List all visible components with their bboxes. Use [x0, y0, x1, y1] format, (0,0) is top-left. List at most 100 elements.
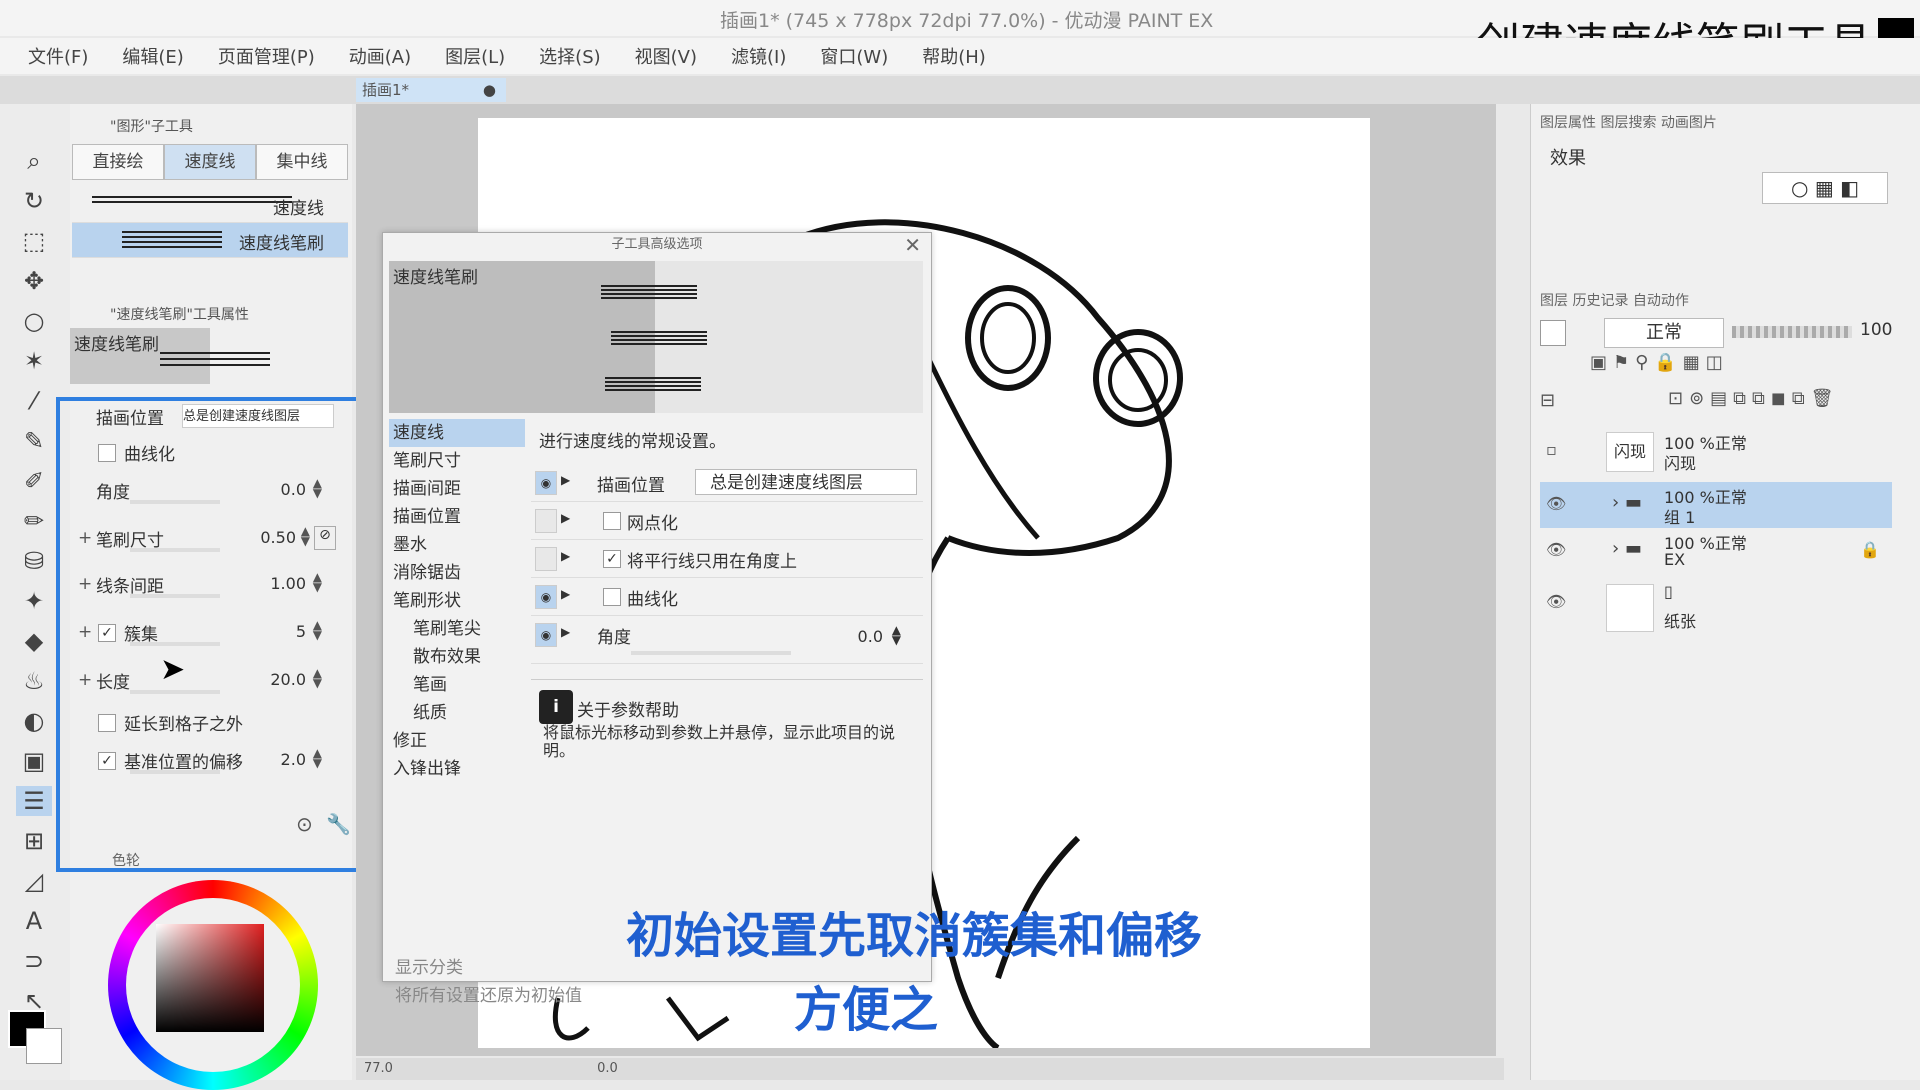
- eye-icon[interactable]: ◉: [535, 585, 557, 609]
- category-brush-shape[interactable]: 笔刷形状: [389, 587, 525, 615]
- zoom-value[interactable]: 77.0: [364, 1061, 393, 1076]
- menu-view[interactable]: 视图(V): [635, 43, 697, 69]
- expand-arrow-icon[interactable]: ▶: [561, 549, 570, 563]
- magic-wand-icon[interactable]: ✶: [16, 346, 52, 376]
- draw-position-dropdown[interactable]: 总是创建速度线图层: [695, 469, 917, 495]
- text-icon[interactable]: A: [16, 906, 52, 936]
- lasso-icon[interactable]: ○: [16, 306, 52, 336]
- expand-arrow-icon[interactable]: ▶: [561, 473, 570, 487]
- menu-select[interactable]: 选择(S): [539, 43, 600, 69]
- menu-animation[interactable]: 动画(A): [349, 43, 411, 69]
- category-brush-size[interactable]: 笔刷尺寸: [389, 447, 525, 475]
- category-stroke[interactable]: 笔画: [389, 671, 525, 699]
- tool-property-header: "速度线笔刷"工具属性: [70, 298, 352, 326]
- list-item[interactable]: 速度线笔刷: [72, 223, 348, 258]
- airbrush-icon[interactable]: ⛁: [16, 546, 52, 576]
- category-antialias[interactable]: 消除锯齿: [389, 559, 525, 587]
- category-ink[interactable]: 墨水: [389, 531, 525, 559]
- menu-help[interactable]: 帮助(H): [922, 43, 986, 69]
- effect-buttons[interactable]: ○ ▦ ◧: [1762, 172, 1888, 204]
- category-scatter[interactable]: 散布效果: [389, 643, 525, 671]
- category-correction[interactable]: 修正: [389, 727, 525, 755]
- eye-icon[interactable]: [535, 509, 557, 533]
- eye-icon[interactable]: [535, 547, 557, 571]
- object-select-icon[interactable]: ⬚: [16, 226, 52, 256]
- layer-row-flash[interactable]: ▫ 闪现 100 %正常 闪现: [1540, 428, 1892, 474]
- ruler-icon[interactable]: ◿: [16, 866, 52, 896]
- parallel-checkbox[interactable]: ✓: [603, 550, 621, 568]
- brush-icon[interactable]: ✏: [16, 506, 52, 536]
- figure-icon[interactable]: ☰: [16, 786, 52, 816]
- layer-action-icons[interactable]: ⊡⊚▤⧉⧉◼⧉🗑: [1668, 388, 1840, 409]
- zoom-icon[interactable]: ⌕: [16, 146, 52, 176]
- category-taper[interactable]: 入锋出锋: [389, 755, 525, 783]
- expand-arrow-icon[interactable]: ▶: [561, 511, 570, 525]
- angle-value[interactable]: 0.0: [858, 627, 883, 646]
- curve-checkbox[interactable]: [603, 588, 621, 606]
- category-brush-tip[interactable]: 笔刷笔尖: [389, 615, 525, 643]
- brush-stroke-preview: [122, 231, 222, 249]
- lock-icon[interactable]: 🔒: [1860, 540, 1880, 559]
- spinner-icon[interactable]: ▲ ▼: [892, 624, 901, 646]
- show-category-checkbox[interactable]: 显示分类: [395, 953, 463, 978]
- category-draw-position[interactable]: 描画位置: [389, 503, 525, 531]
- layer-thumbnail: 闪现: [1606, 432, 1654, 472]
- decoration-icon[interactable]: ✦: [16, 586, 52, 616]
- layer-property-tabs[interactable]: 图层属性 图层搜索 动画图片: [1540, 112, 1717, 132]
- halftone-checkbox[interactable]: [603, 512, 621, 530]
- tab-direct-draw[interactable]: 直接绘: [72, 144, 164, 180]
- eraser-icon[interactable]: ◆: [16, 626, 52, 656]
- close-dot-icon[interactable]: ●: [483, 78, 496, 102]
- menu-edit[interactable]: 编辑(E): [122, 43, 183, 69]
- category-speed-line[interactable]: 速度线: [389, 419, 525, 447]
- reset-all-button[interactable]: 将所有设置还原为初始值: [395, 981, 582, 1006]
- color-saturation-box[interactable]: [156, 924, 264, 1032]
- eye-icon[interactable]: ◉: [535, 471, 557, 495]
- visibility-icon[interactable]: ▫: [1546, 440, 1557, 459]
- layer-row-ex[interactable]: 👁 › ▬ 100 %正常 EX 🔒: [1540, 528, 1892, 574]
- layer-toolbar-icons[interactable]: ▣⚑⚲🔒▦◫: [1590, 352, 1729, 373]
- layer-panel-tabs[interactable]: 图层 历史记录 自动动作: [1540, 290, 1689, 310]
- move-icon[interactable]: ✥: [16, 266, 52, 296]
- opacity-value[interactable]: 100: [1860, 320, 1892, 340]
- fill-icon[interactable]: ◐: [16, 706, 52, 736]
- layer-row-group1[interactable]: 👁 › ▬ 100 %正常 组 1: [1540, 482, 1892, 528]
- menu-file[interactable]: 文件(F): [28, 43, 88, 69]
- category-paper-texture[interactable]: 纸质: [389, 699, 525, 727]
- layer-color-swatch[interactable]: [1540, 320, 1566, 346]
- tab-focus-line[interactable]: 集中线: [256, 144, 348, 180]
- expand-arrow-icon[interactable]: ▶: [561, 587, 570, 601]
- blend-icon[interactable]: ♨: [16, 666, 52, 696]
- pencil-icon[interactable]: ✐: [16, 466, 52, 496]
- menu-layer[interactable]: 图层(L): [445, 43, 505, 69]
- menu-window[interactable]: 窗口(W): [820, 43, 888, 69]
- eye-icon[interactable]: 👁: [1546, 494, 1566, 513]
- layer-row-paper[interactable]: 👁 ▯ 纸张: [1540, 580, 1892, 634]
- tab-speed-line[interactable]: 速度线: [164, 144, 256, 180]
- pen-icon[interactable]: ✎: [16, 426, 52, 456]
- menu-filter[interactable]: 滤镜(I): [731, 43, 786, 69]
- rotate-icon[interactable]: ↻: [16, 186, 52, 216]
- opacity-slider[interactable]: [1732, 326, 1852, 338]
- frame-icon[interactable]: ⊞: [16, 826, 52, 856]
- close-icon[interactable]: ✕: [904, 233, 921, 257]
- balloon-icon[interactable]: ⊃: [16, 946, 52, 976]
- category-draw-spacing[interactable]: 描画间距: [389, 475, 525, 503]
- document-tab[interactable]: 插画1* ●: [356, 78, 506, 102]
- gradient-icon[interactable]: ▣: [16, 746, 52, 776]
- eye-icon[interactable]: 👁: [1546, 592, 1566, 611]
- sub-color-swatch[interactable]: [26, 1028, 62, 1064]
- subtool-advanced-dialog: 子工具高级选项 ✕ 速度线笔刷 速度线 笔刷尺寸 描画间距 描画位置 墨水 消除…: [382, 232, 932, 1006]
- eyedropper-icon[interactable]: ⁄: [16, 386, 52, 416]
- blend-mode-select[interactable]: 正常: [1604, 318, 1724, 348]
- panel-menu-icon[interactable]: ⊟: [1540, 390, 1555, 411]
- menu-page[interactable]: 页面管理(P): [218, 43, 315, 69]
- eye-icon[interactable]: 👁: [1546, 540, 1566, 559]
- slider-track[interactable]: [631, 651, 791, 655]
- angle-value[interactable]: 0.0: [597, 1061, 618, 1076]
- mouse-cursor-icon: ➤: [160, 652, 186, 687]
- eye-icon[interactable]: ◉: [535, 623, 557, 647]
- list-item[interactable]: 速度线: [72, 188, 348, 223]
- expand-arrow-icon[interactable]: ▶: [561, 625, 570, 639]
- document-tab-label: 插画1*: [362, 81, 410, 99]
